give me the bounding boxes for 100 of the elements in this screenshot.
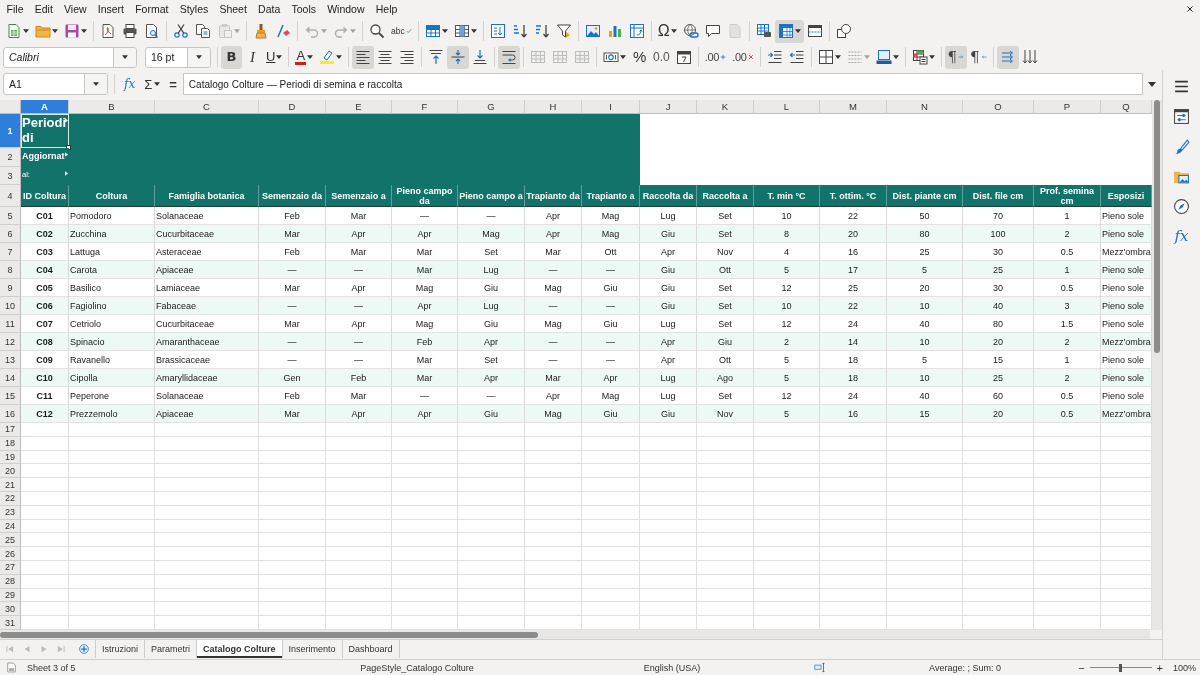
row-header[interactable]: 21 — [0, 478, 21, 492]
zoom-level[interactable]: 100% — [1168, 662, 1196, 673]
bold-button[interactable]: B — [221, 45, 242, 69]
row-header[interactable]: 15 — [0, 387, 21, 405]
number-button[interactable]: 0.0 — [650, 45, 673, 69]
sheet-position: Sheet 3 of 5 — [26, 662, 77, 673]
add-decimal-button[interactable]: .00 — [701, 45, 730, 69]
sheet-tab[interactable]: Istruzioni — [96, 640, 145, 658]
row-header[interactable]: 26 — [0, 547, 21, 561]
bar-chart-icon — [606, 23, 623, 39]
row-header[interactable]: 25 — [0, 533, 21, 548]
close-icon[interactable] — [1186, 5, 1194, 13]
slider-thumb[interactable] — [1119, 663, 1123, 672]
column-header[interactable]: K — [697, 100, 754, 114]
row-header[interactable]: 17 — [0, 423, 21, 437]
column-header[interactable]: D — [259, 100, 326, 114]
column-header[interactable]: O — [963, 100, 1034, 114]
column-header[interactable]: E — [326, 100, 392, 114]
scrollbar-thumb[interactable] — [1154, 100, 1160, 353]
column-header[interactable]: G — [458, 100, 525, 114]
row-header[interactable]: 5 — [0, 207, 21, 225]
sheet-tab[interactable]: Dashboard — [342, 640, 400, 658]
column-header[interactable]: Q — [1101, 100, 1152, 114]
align-left-button[interactable] — [352, 45, 375, 69]
text-direction-button[interactable] — [996, 45, 1019, 69]
align-middle-button[interactable] — [447, 45, 470, 69]
font-name-field[interactable]: Calibri — [3, 46, 137, 68]
horizontal-scrollbar[interactable] — [0, 630, 1150, 639]
row-header[interactable]: 9 — [0, 279, 21, 297]
menu-item[interactable]: Insert — [92, 1, 130, 17]
vertical-scrollbar[interactable] — [1152, 100, 1162, 630]
percent-button[interactable]: % — [629, 45, 651, 69]
column-header[interactable]: I — [582, 100, 640, 114]
row-header[interactable]: 2 — [0, 148, 21, 167]
sheet-tab[interactable]: Catalogo Colture — [197, 640, 283, 658]
spelling-button[interactable]: abc — [388, 19, 415, 43]
formula-input-field[interactable]: Catalogo Colture — Periodi di semina e raccolta — [182, 73, 1143, 95]
freeze-button[interactable] — [774, 19, 804, 43]
row-header[interactable]: 1 — [0, 114, 21, 148]
row-header[interactable]: 3 — [0, 167, 21, 185]
column-header[interactable]: B — [69, 100, 155, 114]
font-size-field[interactable]: 16 pt — [145, 46, 211, 68]
row-header[interactable]: 12 — [0, 333, 21, 351]
column-header[interactable]: N — [887, 100, 963, 114]
column-header[interactable]: L — [754, 100, 820, 114]
row-header[interactable]: 31 — [0, 616, 21, 630]
table-cell: Lug — [458, 261, 525, 279]
zoom-out-button[interactable]: − — [1076, 661, 1087, 674]
rtl-button[interactable]: ¶ — [967, 45, 990, 69]
special-char-button[interactable]: Ω — [654, 19, 680, 43]
row-header[interactable]: 30 — [0, 602, 21, 617]
row-header[interactable]: 10 — [0, 297, 21, 315]
function-wizard-button[interactable]: fx — [121, 73, 139, 95]
menu-item[interactable]: File — [1, 1, 30, 17]
name-box[interactable]: A1 — [3, 73, 108, 95]
column-header[interactable]: J — [640, 100, 697, 114]
column-header[interactable]: H — [525, 100, 582, 114]
wrap-text-button[interactable] — [498, 45, 521, 69]
table-cell: 1 — [1034, 261, 1101, 279]
vertical-text-icon — [1021, 49, 1038, 65]
column-header[interactable]: P — [1034, 100, 1101, 114]
menu-item[interactable]: Sheet — [213, 1, 253, 17]
menu-item[interactable]: Tools — [285, 1, 322, 17]
sheet-tab[interactable]: Inserimento — [282, 640, 343, 658]
menu-item[interactable]: View — [58, 1, 93, 17]
column-heading: Raccolta a — [697, 185, 754, 207]
row-header[interactable]: 7 — [0, 243, 21, 261]
row-header[interactable]: 14 — [0, 369, 21, 387]
column-header[interactable]: A — [21, 100, 69, 114]
caret-icon[interactable] — [1148, 81, 1156, 87]
scrollbar-thumb[interactable] — [0, 631, 538, 638]
italic-button[interactable]: I — [242, 45, 263, 69]
row-header[interactable]: 11 — [0, 315, 21, 333]
row-header[interactable]: 16 — [0, 405, 21, 423]
delete-decimal-button[interactable]: .00 — [729, 45, 757, 69]
page-style[interactable]: PageStyle_Catalogo Colture — [327, 662, 507, 673]
column-header[interactable]: C — [155, 100, 259, 114]
row-header[interactable]: 6 — [0, 225, 21, 243]
menu-item[interactable]: Help — [370, 1, 403, 17]
menu-item[interactable]: Window — [321, 1, 371, 17]
column-header[interactable]: F — [392, 100, 458, 114]
column-header[interactable]: M — [820, 100, 887, 114]
menu-item[interactable]: Styles — [174, 1, 214, 17]
row-header[interactable]: 13 — [0, 351, 21, 369]
menu-item[interactable]: Data — [252, 1, 286, 17]
row-header[interactable]: 20 — [0, 464, 21, 479]
sum-button[interactable]: Σ — [141, 73, 164, 95]
zoom-in-button[interactable]: + — [1154, 661, 1165, 674]
indent-decrease-icon — [788, 49, 805, 65]
row-header[interactable]: 8 — [0, 261, 21, 279]
language[interactable]: English (USA) — [612, 662, 732, 673]
menu-item[interactable]: Edit — [29, 1, 59, 17]
caret-icon — [196, 55, 202, 59]
row-header[interactable]: 4 — [0, 185, 21, 207]
ltr-button[interactable]: ¶ — [944, 45, 968, 69]
menu-item[interactable]: Format — [129, 1, 175, 17]
underline-button[interactable]: U — [263, 45, 286, 69]
font-color-button[interactable]: A — [292, 45, 317, 69]
formula-button[interactable]: = — [166, 73, 180, 95]
functions-deck-button[interactable]: fx — [1168, 224, 1195, 248]
